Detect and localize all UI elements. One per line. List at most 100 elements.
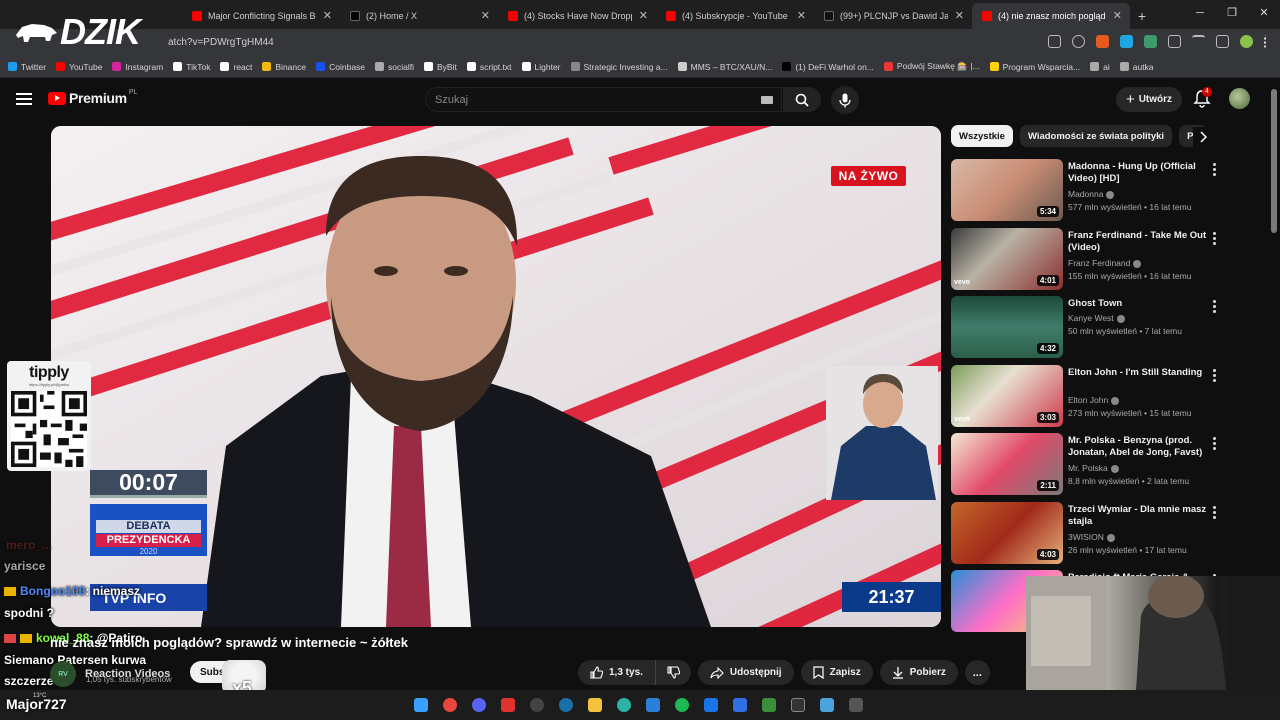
- bookmark-star-icon[interactable]: [1072, 35, 1085, 48]
- more-vert-icon[interactable]: [1211, 369, 1217, 383]
- app-dark-icon[interactable]: [846, 695, 866, 715]
- bookmark-item[interactable]: Program Wsparcia...: [989, 62, 1080, 72]
- browser-tab[interactable]: (4) Subskrypcje - YouTube ✕: [656, 3, 814, 29]
- save-button[interactable]: Zapisz: [800, 660, 873, 685]
- extensions-puzzle-icon[interactable]: [1168, 35, 1181, 48]
- search-input[interactable]: Szukaj: [425, 87, 782, 112]
- bookmark-item[interactable]: MMS – BTC/XAU/N...: [677, 62, 772, 72]
- bookmark-item[interactable]: YouTube: [56, 62, 102, 72]
- bookmark-item[interactable]: Binance: [262, 62, 306, 72]
- spotify-icon[interactable]: [672, 695, 692, 715]
- browser-tab[interactable]: Major Conflicting Signals Betw✕: [182, 3, 340, 29]
- recommendation-channel[interactable]: Franz Ferdinand: [1068, 258, 1142, 268]
- bookmark-item[interactable]: TikTok: [173, 62, 210, 72]
- vscode-icon[interactable]: [643, 695, 663, 715]
- browser-tab[interactable]: (99+) PLCNJP vs Dawid Jasper | #✕: [814, 3, 972, 29]
- recommendation-title[interactable]: Ghost Town: [1068, 298, 1208, 310]
- discord-icon[interactable]: [469, 695, 489, 715]
- recommendation-item[interactable]: 5:34 Madonna - Hung Up (Official Video) […: [951, 159, 1231, 221]
- app-x-icon[interactable]: [730, 695, 750, 715]
- video-thumbnail[interactable]: 4:32: [951, 296, 1063, 358]
- menu-hamburger-icon[interactable]: [16, 93, 32, 105]
- video-thumbnail[interactable]: 5:34: [951, 159, 1063, 221]
- new-tab-button[interactable]: +: [1130, 3, 1154, 29]
- recommendation-title[interactable]: Mr. Polska - Benzyna (prod. Jonatan, Abe…: [1068, 435, 1208, 460]
- close-tab-icon[interactable]: ✕: [481, 9, 490, 22]
- page-scrollbar[interactable]: [1271, 89, 1277, 233]
- chevron-right-icon[interactable]: [1193, 127, 1213, 147]
- profile-icon[interactable]: [1240, 35, 1253, 48]
- recommendation-item[interactable]: 2:11 Mr. Polska - Benzyna (prod. Jonatan,…: [951, 433, 1231, 495]
- close-tab-icon[interactable]: ✕: [797, 9, 806, 22]
- bookmark-item[interactable]: ai: [1090, 62, 1110, 72]
- steam-icon[interactable]: [556, 695, 576, 715]
- recommendation-channel[interactable]: Mr. Polska: [1068, 463, 1119, 473]
- extension-blue-icon[interactable]: [1120, 35, 1133, 48]
- create-button[interactable]: + Utwórz: [1116, 87, 1182, 112]
- recommendation-channel[interactable]: Madonna: [1068, 189, 1115, 199]
- browser-tab[interactable]: (2) Home / X ✕: [340, 3, 498, 29]
- bookmark-item[interactable]: Podwój Stawkę 🎰 |...: [883, 61, 980, 72]
- notepad-icon[interactable]: [817, 695, 837, 715]
- bookmark-item[interactable]: Strategic Investing a...: [570, 62, 668, 72]
- more-actions-button[interactable]: ...: [964, 660, 990, 685]
- recommendation-item[interactable]: 4:32 Ghost Town Kanye West 50 mln wyświetle…: [951, 296, 1231, 358]
- bookmark-item[interactable]: Instagram: [112, 62, 163, 72]
- recommendation-title[interactable]: Trzeci Wymiar - Dla mnie masz stajla: [1068, 504, 1208, 528]
- video-thumbnail[interactable]: 4:01 vevo: [951, 228, 1063, 290]
- obs-icon[interactable]: [527, 695, 547, 715]
- close-tab-icon[interactable]: ✕: [1113, 9, 1122, 22]
- youtube-premium-logo[interactable]: Premium PL: [48, 89, 137, 106]
- more-vert-icon[interactable]: [1211, 300, 1217, 314]
- url-field[interactable]: atch?v=PDWrgTgHM44: [168, 37, 274, 48]
- chip-politics[interactable]: Wiadomości ze świata polityki: [1019, 125, 1173, 147]
- channel-avatar[interactable]: RV: [50, 661, 76, 687]
- extension-fox-icon[interactable]: [1096, 35, 1109, 48]
- media-control-icon[interactable]: [1192, 35, 1205, 48]
- maximize-icon[interactable]: ❐: [1216, 0, 1248, 26]
- like-button[interactable]: 1,3 tys.: [578, 660, 656, 685]
- share-button[interactable]: Udostępnij: [697, 660, 794, 685]
- keyboard-icon[interactable]: [761, 96, 773, 104]
- recommendation-title[interactable]: Franz Ferdinand - Take Me Out (Video): [1068, 230, 1208, 254]
- recommendation-channel[interactable]: 3WISION: [1068, 532, 1115, 542]
- chip-all[interactable]: Wszystkie: [951, 125, 1013, 147]
- close-tab-icon[interactable]: ✕: [955, 9, 964, 22]
- recommendation-channel[interactable]: Elton John: [1068, 395, 1120, 405]
- close-window-icon[interactable]: ✕: [1248, 0, 1280, 26]
- bookmark-item[interactable]: Coinbase: [316, 62, 365, 72]
- app-green-icon[interactable]: [759, 695, 779, 715]
- recommendation-item[interactable]: 3:03 vevo Elton John - I'm Still Standing E…: [951, 365, 1231, 427]
- download-button[interactable]: Pobierz: [879, 660, 958, 685]
- folder-icon[interactable]: [585, 695, 605, 715]
- bookmark-item[interactable]: (1) DeFi Warhol on...: [782, 62, 874, 72]
- more-vert-icon[interactable]: [1211, 163, 1217, 177]
- voice-search-button[interactable]: [831, 86, 859, 114]
- windows-start-icon[interactable]: [411, 695, 431, 715]
- more-vert-icon[interactable]: [1211, 232, 1217, 246]
- bookmark-item[interactable]: socialfi: [375, 62, 414, 72]
- recommendation-item[interactable]: 4:03 Trzeci Wymiar - Dla mnie masz stajla…: [951, 502, 1231, 564]
- close-tab-icon[interactable]: ✕: [639, 9, 648, 22]
- bookmark-item[interactable]: Twitter: [8, 62, 46, 72]
- browser-menu-icon[interactable]: [1264, 35, 1268, 48]
- video-thumbnail[interactable]: 4:03: [951, 502, 1063, 564]
- more-vert-icon[interactable]: [1211, 506, 1217, 520]
- recommendation-channel[interactable]: Kanye West: [1068, 313, 1125, 323]
- bookmark-item[interactable]: autka: [1119, 62, 1154, 72]
- video-thumbnail[interactable]: 3:03 vevo: [951, 365, 1063, 427]
- bookmark-item[interactable]: Lighter: [521, 62, 561, 72]
- tab-search-icon[interactable]: [1216, 35, 1229, 48]
- app-red-icon[interactable]: [498, 695, 518, 715]
- more-vert-icon[interactable]: [1211, 437, 1217, 451]
- bookmark-item[interactable]: script.txt: [466, 62, 512, 72]
- browser-tab-active[interactable]: (4) nie znasz moich poglądów?✕: [972, 3, 1130, 29]
- video-thumbnail[interactable]: 2:11: [951, 433, 1063, 495]
- bookmark-item[interactable]: react: [220, 62, 252, 72]
- close-tab-icon[interactable]: ✕: [323, 9, 332, 22]
- browser-tab[interactable]: (4) Stocks Have Now Dropped✕: [498, 3, 656, 29]
- bookmark-item[interactable]: ByBit: [424, 62, 457, 72]
- install-app-icon[interactable]: [1048, 35, 1061, 48]
- extension-translate-icon[interactable]: [1144, 35, 1157, 48]
- edge-icon[interactable]: [614, 695, 634, 715]
